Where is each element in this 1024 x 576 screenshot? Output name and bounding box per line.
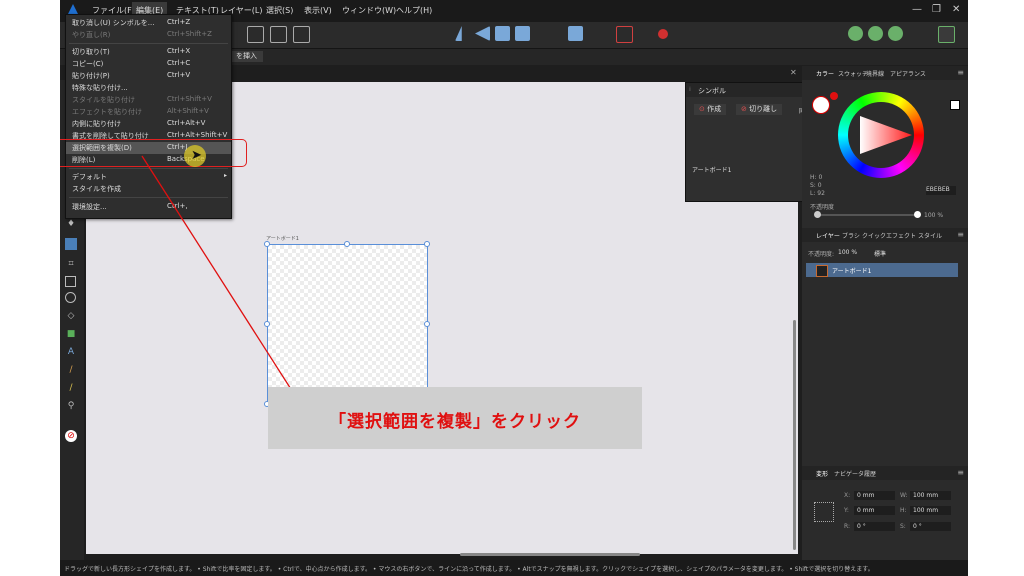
y-label: Y: <box>844 507 849 514</box>
status-text: ドラッグで新しい長方形シェイプを作成します。 • Shiftで比率を固定します。… <box>64 566 874 573</box>
color-panel-tabs: カラー スウォッチ 境界線 アピアランス ≡ <box>802 66 968 80</box>
anchor-point-selector[interactable] <box>814 502 834 522</box>
panel-menu-icon[interactable]: ≡ <box>957 468 964 477</box>
blend-mode-select[interactable]: 標準 <box>874 249 886 258</box>
right-panels: カラー スウォッチ 境界線 アピアランス ≡ H: 0 S: 0 L: 92 E… <box>802 66 968 576</box>
tab-brushes[interactable]: ブラシ <box>842 231 860 240</box>
layer-opacity-value[interactable]: 100 % <box>838 249 857 256</box>
tab-history[interactable]: 履歴 <box>864 469 876 478</box>
tab-transform[interactable]: 変形 <box>816 469 828 478</box>
r-field[interactable]: 0 ° <box>854 522 895 531</box>
panel-menu-icon[interactable]: ≡ <box>957 68 964 77</box>
slider-knob[interactable] <box>914 211 921 218</box>
saturation-triangle[interactable] <box>860 116 912 154</box>
tab-layers[interactable]: レイヤー <box>816 231 840 240</box>
tab-navigator[interactable]: ナビゲータ <box>834 469 864 478</box>
tab-swatches[interactable]: スウォッチ <box>838 69 868 78</box>
layer-opacity-label: 不透明度: <box>808 251 835 258</box>
saturation-value: S: 0 <box>810 182 822 189</box>
color-mode-icon[interactable] <box>950 100 960 110</box>
wheel-inner <box>848 102 914 168</box>
tab-quick-fx[interactable]: クイックエフェクト <box>862 231 916 240</box>
fill-swatch-icon[interactable] <box>812 96 830 114</box>
s-field[interactable]: 0 ° <box>910 522 951 531</box>
layers-panel-tabs: レイヤー ブラシ クイックエフェクト スタイル ≡ <box>802 228 968 242</box>
stroke-swatch-icon[interactable] <box>830 92 838 100</box>
h-field[interactable]: 100 mm <box>910 506 951 515</box>
x-label: X: <box>844 492 851 499</box>
tab-stroke[interactable]: 境界線 <box>866 69 884 78</box>
x-field[interactable]: 0 mm <box>854 491 895 500</box>
instruction-callout: 「選択範囲を複製」をクリック <box>268 387 642 449</box>
r-label: R: <box>844 523 851 530</box>
tab-styles[interactable]: スタイル <box>918 231 942 240</box>
layer-thumbnail <box>816 265 828 277</box>
w-field[interactable]: 100 mm <box>910 491 951 500</box>
hex-field[interactable]: EBEBEB <box>926 186 956 195</box>
opacity-label: 不透明度 <box>810 204 835 211</box>
panel-menu-icon[interactable]: ≡ <box>957 230 964 239</box>
transform-panel-tabs: 変形 ナビゲータ 履歴 ≡ <box>802 466 968 480</box>
tab-color[interactable]: カラー <box>816 69 834 78</box>
y-field[interactable]: 0 mm <box>854 506 895 515</box>
slider-knob[interactable] <box>814 211 821 218</box>
lightness-value: L: 92 <box>810 190 825 197</box>
tab-appearance[interactable]: アピアランス <box>890 69 926 78</box>
layer-name: アートボード1 <box>832 268 872 275</box>
opacity-value: 100 % <box>924 212 944 219</box>
layer-row[interactable]: アートボード1 <box>806 263 958 277</box>
callout-text: 「選択範囲を複製」をクリック <box>329 412 581 432</box>
opacity-slider[interactable] <box>818 214 918 216</box>
status-bar: ドラッグで新しい長方形シェイプを作成します。 • Shiftで比率を固定します。… <box>60 560 968 576</box>
color-wheel[interactable] <box>838 92 924 178</box>
s-label: S: <box>900 523 906 530</box>
h-label: H: <box>900 507 907 514</box>
app-window: ファイル(F) 編集(E) テキスト(T) レイヤー(L) 選択(S) 表示(V… <box>60 0 968 576</box>
w-label: W: <box>900 492 908 499</box>
hue-value: H: 0 <box>810 174 823 181</box>
